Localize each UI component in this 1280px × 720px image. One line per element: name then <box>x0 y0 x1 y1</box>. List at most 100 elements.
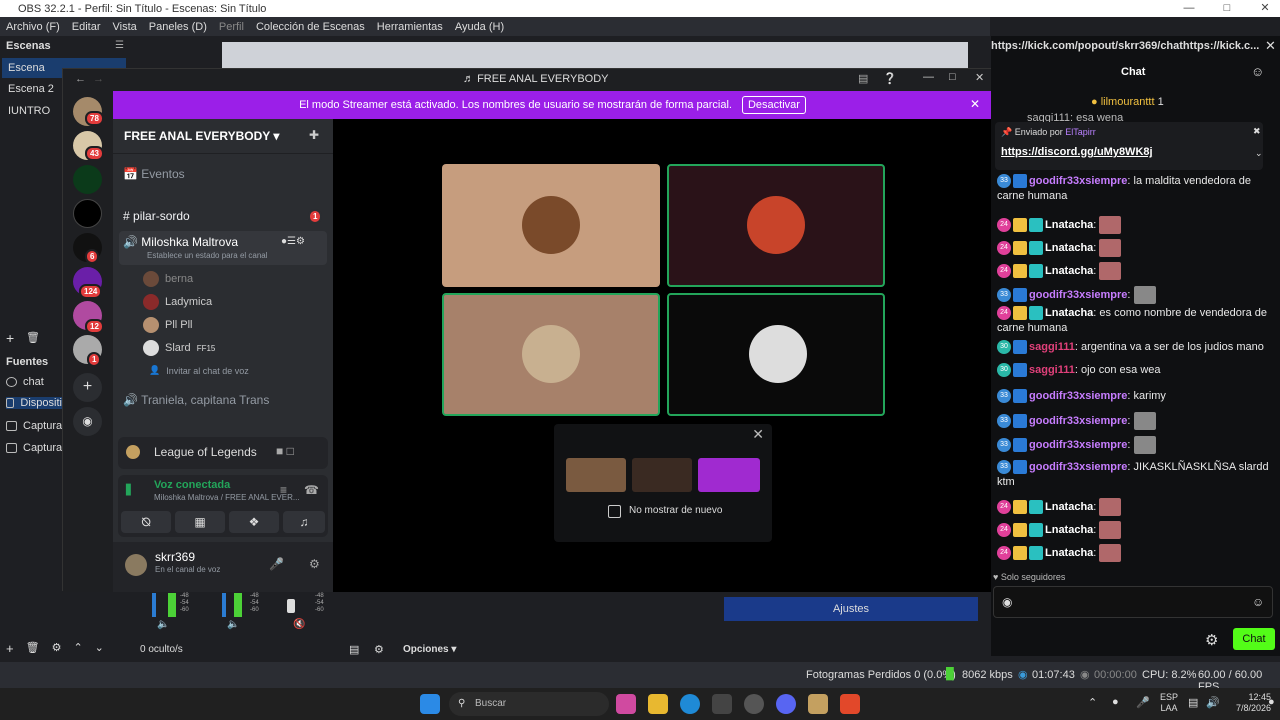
pinned-link[interactable]: https://discord.gg/uMy8WK8j <box>1001 146 1153 158</box>
chat-username[interactable]: goodifr33xsiempre <box>1029 390 1127 402</box>
voice-channel[interactable]: 🔊 Traniela, capitana Trans <box>123 393 269 407</box>
microphone-icon[interactable]: 🎤 <box>1136 696 1150 709</box>
send-chat-button[interactable]: Chat <box>1233 628 1275 650</box>
chevron-down-icon[interactable]: ⌄ <box>1255 148 1263 159</box>
close-icon[interactable]: ✕ <box>1265 38 1276 54</box>
voice-status[interactable]: Establece un estado para el canal <box>147 251 268 260</box>
chat-username[interactable]: Lnatacha <box>1045 265 1093 277</box>
chat-username[interactable]: Lnatacha <box>1045 219 1093 231</box>
transition-icon[interactable]: ⚙ <box>374 643 384 656</box>
camera-off-button[interactable]: ⦰ <box>121 511 171 533</box>
gear-icon[interactable]: ⚙ <box>1205 631 1218 649</box>
server-name[interactable]: FREE ANAL EVERYBODY ▾ <box>124 129 279 143</box>
options-dropdown[interactable]: Opciones ▾ <box>403 644 456 655</box>
folder-icon[interactable] <box>648 694 668 714</box>
chat-username[interactable]: goodifr33xsiempre <box>1029 415 1127 427</box>
trash-icon[interactable]: 🗑 <box>26 331 40 344</box>
windows-start-icon[interactable] <box>420 694 440 714</box>
menu-paneles[interactable]: Paneles (D) <box>143 21 213 33</box>
chat-icon[interactable]: ●☰⚙ <box>281 236 305 247</box>
text-channel[interactable]: # pilar-sordo <box>123 209 190 223</box>
obs-icon[interactable] <box>744 694 764 714</box>
volume-slider[interactable] <box>287 599 295 613</box>
menu-editar[interactable]: Editar <box>66 21 107 33</box>
soundboard-button[interactable]: ♫ <box>283 511 325 533</box>
chat-input[interactable]: ◉ ☺ <box>993 586 1273 618</box>
chat-username[interactable]: goodifr33xsiempre <box>1029 175 1127 187</box>
menu-ayuda[interactable]: Ayuda (H) <box>449 21 510 33</box>
chat-username[interactable]: Lnatacha <box>1045 242 1093 254</box>
maximize-button[interactable]: □ <box>1212 0 1242 17</box>
chevron-up-icon[interactable]: ⌃ <box>1088 696 1097 709</box>
unpin-icon[interactable]: ✖ <box>1253 126 1261 137</box>
voice-user[interactable]: berna <box>143 271 193 287</box>
chat-username[interactable]: saggi111 <box>1029 364 1075 376</box>
add-source-icon[interactable]: + <box>6 641 14 656</box>
close-icon[interactable]: ✕ <box>752 426 764 443</box>
volume-icon[interactable]: 🔊 <box>1206 696 1220 709</box>
gear-icon[interactable]: ⚙ <box>52 641 62 656</box>
activity-thumbnail[interactable] <box>566 458 626 492</box>
menu-archivo[interactable]: Archivo (F) <box>0 21 66 33</box>
chat-username[interactable]: Lnatacha <box>1045 524 1093 536</box>
participant-tile[interactable] <box>667 164 885 287</box>
server-icon[interactable] <box>73 165 102 194</box>
users-icon[interactable]: ☺ <box>1251 64 1264 79</box>
chat-username[interactable]: Lnatacha <box>1045 547 1093 559</box>
server-icon[interactable] <box>73 199 102 228</box>
menu-vista[interactable]: Vista <box>107 21 143 33</box>
back-arrow-icon[interactable]: ← <box>75 73 86 85</box>
source-item[interactable]: Captura <box>6 420 62 432</box>
avatar[interactable] <box>125 554 147 576</box>
maximize-button[interactable]: □ <box>949 71 956 83</box>
chat-username[interactable]: goodifr33xsiempre <box>1029 439 1127 451</box>
menu-herramientas[interactable]: Herramientas <box>371 21 449 33</box>
chevron-down-icon[interactable]: ⌄ <box>95 641 104 656</box>
voice-user[interactable]: Ladymica <box>143 294 212 310</box>
chat-username[interactable]: Lnatacha <box>1045 501 1093 513</box>
source-item[interactable]: Captura <box>6 442 62 454</box>
menu-perfil[interactable]: Perfil <box>213 21 250 33</box>
disable-streamer-button[interactable]: Desactivar <box>741 96 806 114</box>
speaker-icon[interactable]: 🔈 <box>227 619 239 630</box>
participant-tile[interactable] <box>442 293 660 416</box>
controller-icon[interactable]: ■ □ <box>276 444 294 458</box>
chat-username[interactable]: goodifr33xsiempre <box>1029 289 1127 301</box>
add-server-icon[interactable]: + <box>73 373 102 402</box>
minimize-button[interactable]: — <box>1174 0 1204 17</box>
soundboard-icon[interactable]: ≡ <box>280 483 287 497</box>
chat-username[interactable]: saggi111 <box>1029 341 1075 353</box>
invite-voice[interactable]: 👤 Invitar al chat de voz <box>149 365 249 376</box>
language-indicator[interactable]: ESP LAA <box>1160 692 1178 714</box>
close-button[interactable]: ✕ <box>975 71 984 84</box>
layout-icon[interactable]: ▤ <box>349 643 359 656</box>
store-icon[interactable] <box>712 694 732 714</box>
league-icon[interactable] <box>808 694 828 714</box>
source-item[interactable]: chat <box>6 376 44 388</box>
smiley-icon[interactable]: ☺ <box>1252 595 1264 609</box>
events-channel[interactable]: 📅 Eventos <box>123 167 185 181</box>
help-icon[interactable]: ❔ <box>883 72 897 85</box>
clock[interactable]: 12:45 7/8/2026 <box>1236 692 1271 714</box>
voice-user[interactable]: Slard FF15 <box>143 340 215 356</box>
brave-icon[interactable] <box>840 694 860 714</box>
discord-icon[interactable] <box>776 694 796 714</box>
checkbox[interactable] <box>608 505 621 518</box>
dock-menu-icon[interactable]: ☰ <box>115 40 124 51</box>
minimize-button[interactable]: — <box>923 71 934 83</box>
add-member-icon[interactable]: ✚ <box>309 128 319 142</box>
participant-tile[interactable] <box>442 164 660 287</box>
network-icon[interactable]: ▤ <box>1188 696 1198 709</box>
screenshare-button[interactable]: ▦ <box>175 511 225 533</box>
close-button[interactable]: ✕ <box>1250 0 1280 17</box>
tray-icon[interactable]: ● <box>1112 696 1119 708</box>
chat-username[interactable]: Lnatacha <box>1045 307 1093 319</box>
chat-username[interactable]: goodifr33xsiempre <box>1029 461 1127 473</box>
discover-icon[interactable]: ◉ <box>73 407 102 436</box>
emote-icon[interactable]: ◉ <box>1002 595 1012 609</box>
menu-coleccion[interactable]: Colección de Escenas <box>250 21 371 33</box>
voice-user[interactable]: Pll Pll <box>143 317 193 333</box>
taskbar-search[interactable]: ⚲ Buscar <box>449 692 609 716</box>
activity-thumbnail[interactable] <box>698 458 760 492</box>
close-icon[interactable]: ✕ <box>970 97 980 111</box>
